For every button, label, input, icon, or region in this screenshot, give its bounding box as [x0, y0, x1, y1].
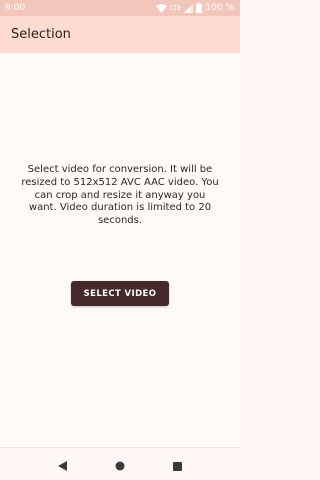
- recents-icon: [172, 456, 182, 475]
- instruction-text: Select video for conversion. It will be …: [21, 164, 219, 227]
- battery-percent: 100 %: [205, 3, 234, 13]
- navigation-bar: [0, 447, 240, 480]
- page-title: Selection: [11, 27, 71, 42]
- recents-button[interactable]: [169, 457, 185, 473]
- wifi-icon: [155, 3, 167, 13]
- battery-icon: [196, 3, 203, 13]
- back-button[interactable]: [54, 457, 70, 473]
- main-content: Select video for conversion. It will be …: [0, 53, 240, 447]
- network-type-label: LTE: [169, 4, 182, 12]
- home-icon: [115, 456, 125, 475]
- select-video-button[interactable]: SELECT VIDEO: [71, 281, 169, 306]
- back-icon: [57, 456, 67, 475]
- signal-icon: [184, 3, 194, 13]
- status-bar: 9:00 LTE 100 %: [0, 0, 240, 16]
- status-time: 9:00: [5, 3, 26, 13]
- app-bar: Selection: [0, 16, 240, 53]
- status-icons: LTE 100 %: [155, 3, 234, 13]
- home-button[interactable]: [112, 457, 128, 473]
